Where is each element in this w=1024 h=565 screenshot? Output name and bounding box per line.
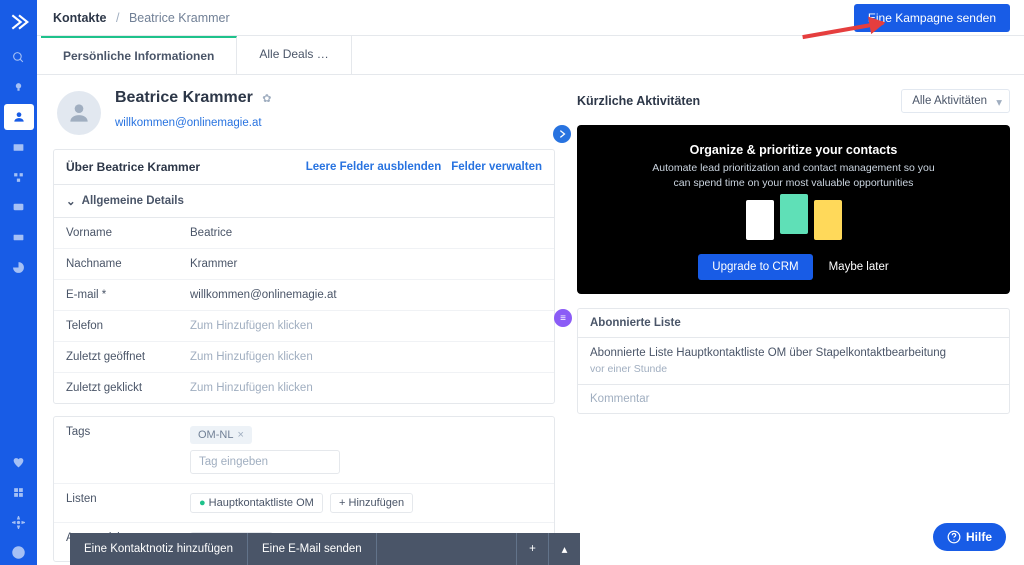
general-details-toggle[interactable]: ⌄ Allgemeine Details	[54, 185, 554, 218]
tag-input[interactable]: Tag eingeben	[190, 450, 340, 474]
field-telefon-placeholder[interactable]: Zum Hinzufügen klicken	[190, 320, 313, 332]
breadcrumb: Kontakte / Beatrice Krammer	[53, 11, 230, 25]
gear-icon[interactable]: ✿	[262, 92, 271, 105]
nav-apps[interactable]	[4, 479, 34, 505]
recent-activities-title: Kürzliche Aktivitäten	[577, 94, 901, 108]
field-clicked-label: Zuletzt geklickt	[66, 382, 190, 394]
field-clicked-placeholder[interactable]: Zum Hinzufügen klicken	[190, 382, 313, 394]
lists-label: Listen	[66, 493, 190, 513]
field-telefon-label: Telefon	[66, 320, 190, 332]
arrow-right-icon	[553, 125, 571, 143]
hide-empty-fields-link[interactable]: Leere Felder ausblenden	[306, 161, 442, 173]
list-chip[interactable]: ●Hauptkontaktliste OM	[190, 493, 323, 513]
contact-email[interactable]: willkommen@onlinemagie.at	[115, 117, 271, 129]
activity-title: Abonnierte Liste	[578, 309, 1009, 338]
add-icon[interactable]: +	[516, 533, 548, 565]
add-list-button[interactable]: + Hinzufügen	[330, 493, 413, 513]
list-icon: ≡	[554, 309, 572, 327]
about-title: Über Beatrice Krammer	[66, 160, 200, 174]
tags-label: Tags	[66, 426, 190, 474]
contact-name: Beatrice Krammer	[115, 89, 253, 106]
field-nachname-label: Nachname	[66, 258, 190, 270]
field-opened-placeholder[interactable]: Zum Hinzufügen klicken	[190, 351, 313, 363]
promo-title: Organize & prioritize your contacts	[597, 143, 990, 157]
breadcrumb-root[interactable]: Kontakte	[53, 11, 106, 25]
tabs: Persönliche Informationen Alle Deals …	[37, 36, 1024, 75]
nav-favorites[interactable]	[4, 449, 34, 475]
activity-comment-input[interactable]: Kommentar	[578, 384, 1009, 413]
field-email-label: E-mail *	[66, 289, 190, 301]
promo-banner: Organize & prioritize your contacts Auto…	[577, 125, 1010, 294]
field-opened-label: Zuletzt geöffnet	[66, 351, 190, 363]
chevron-down-icon: ⌄	[66, 194, 76, 208]
help-button[interactable]: Hilfe	[933, 523, 1006, 551]
manage-fields-link[interactable]: Felder verwalten	[451, 161, 542, 173]
send-email-button[interactable]: Eine E-Mail senden	[248, 533, 377, 565]
activity-time: vor einer Stunde	[590, 363, 997, 375]
nav-profile[interactable]	[4, 539, 34, 565]
tab-personal-info[interactable]: Persönliche Informationen	[41, 36, 237, 74]
collapse-icon[interactable]: ▴	[548, 533, 580, 565]
avatar	[57, 91, 101, 135]
tag-remove-icon[interactable]: ×	[237, 429, 243, 441]
activity-body: Abonnierte Liste Hauptkontaktliste OM üb…	[590, 347, 997, 359]
nav-mail[interactable]	[4, 134, 34, 160]
nav-automations[interactable]	[4, 164, 34, 190]
breadcrumb-current: Beatrice Krammer	[129, 11, 230, 25]
promo-graphic	[780, 194, 808, 234]
activity-filter-select[interactable]: Alle Aktivitäten	[901, 89, 1010, 113]
promo-graphic	[746, 200, 774, 240]
maybe-later-link[interactable]: Maybe later	[829, 261, 889, 273]
activity-card: ≡ Abonnierte Liste Abonnierte Liste Haup…	[577, 308, 1010, 414]
logo-icon	[9, 12, 29, 32]
nav-settings[interactable]	[4, 509, 34, 535]
promo-body: Automate lead prioritization and contact…	[644, 161, 944, 190]
tag-chip[interactable]: OM-NL×	[190, 426, 252, 444]
field-vorname-value[interactable]: Beatrice	[190, 227, 232, 239]
nav-card[interactable]	[4, 224, 34, 250]
bottom-action-bar: Eine Kontaktnotiz hinzufügen Eine E-Mail…	[70, 533, 580, 565]
tab-all-deals[interactable]: Alle Deals …	[237, 36, 351, 74]
field-email-value[interactable]: willkommen@onlinemagie.at	[190, 289, 337, 301]
promo-graphic	[814, 200, 842, 240]
nav-lightbulb[interactable]	[4, 74, 34, 100]
field-nachname-value[interactable]: Krammer	[190, 258, 237, 270]
nav-contacts[interactable]	[4, 104, 34, 130]
nav-chat[interactable]	[4, 194, 34, 220]
upgrade-crm-button[interactable]: Upgrade to CRM	[698, 254, 812, 280]
about-card: Über Beatrice Krammer Leere Felder ausbl…	[53, 149, 555, 404]
nav-reports[interactable]	[4, 254, 34, 280]
nav-search[interactable]	[4, 44, 34, 70]
sidebar	[0, 0, 37, 565]
field-vorname-label: Vorname	[66, 227, 190, 239]
add-note-button[interactable]: Eine Kontaktnotiz hinzufügen	[70, 533, 248, 565]
